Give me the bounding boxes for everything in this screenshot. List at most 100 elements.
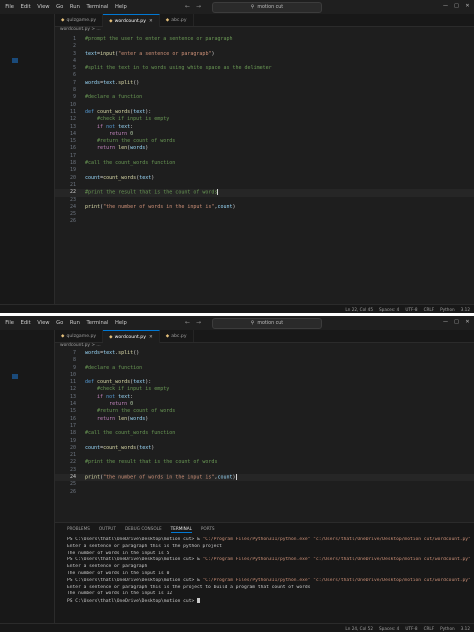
status-item[interactable]: Ln 24, Col 52 bbox=[345, 626, 373, 631]
code-line[interactable]: 26 bbox=[55, 218, 474, 225]
code-line[interactable]: 14 return 0 bbox=[55, 131, 474, 138]
forward-arrow-icon[interactable]: → bbox=[196, 3, 201, 11]
explorer-selected-item[interactable] bbox=[12, 58, 18, 63]
status-item[interactable]: UTF-8 bbox=[405, 626, 417, 631]
breadcrumb[interactable]: wordcount.py > ... bbox=[60, 27, 101, 32]
code-line[interactable]: 12 #check if input is empty bbox=[55, 386, 474, 393]
code-line[interactable]: 19 bbox=[55, 167, 474, 174]
tab-abc[interactable]: ◆ abc.py bbox=[160, 14, 194, 26]
minimize-icon[interactable]: — bbox=[442, 2, 449, 11]
status-item[interactable]: 3.12 bbox=[461, 626, 470, 631]
menu-edit[interactable]: Edit bbox=[17, 4, 34, 10]
code-line[interactable]: 18 #call the count_words function bbox=[55, 160, 474, 167]
panel-tab-ports[interactable]: PORTS bbox=[201, 526, 215, 533]
menu-go[interactable]: Go bbox=[53, 4, 67, 10]
status-item[interactable]: Python bbox=[440, 626, 455, 631]
code-line[interactable]: 24 print("the number of words in the inpu… bbox=[55, 474, 474, 482]
code-line[interactable]: 17 bbox=[55, 153, 474, 160]
tab-abc[interactable]: ◆ abc.py bbox=[160, 330, 194, 342]
menu-view[interactable]: View bbox=[34, 320, 53, 326]
status-item[interactable]: Spaces: 4 bbox=[379, 626, 399, 631]
panel-tab-debug-console[interactable]: DEBUG CONSOLE bbox=[125, 526, 162, 533]
code-line[interactable]: 7 words=text.split() bbox=[55, 350, 474, 357]
code-line[interactable]: 15 #return the count of words bbox=[55, 408, 474, 415]
code-line[interactable]: 13 if not text: bbox=[55, 124, 474, 131]
forward-arrow-icon[interactable]: → bbox=[196, 319, 201, 327]
code-line[interactable]: 1 #prompt the user to enter a sentence or… bbox=[55, 36, 474, 43]
code-line[interactable]: 11 def count_words(text): bbox=[55, 109, 474, 116]
breadcrumb[interactable]: wordcount.py > ... bbox=[60, 343, 101, 348]
menu-help[interactable]: Help bbox=[112, 4, 130, 10]
code-line[interactable]: 18 #call the count_words function bbox=[55, 430, 474, 437]
code-line[interactable]: 6 bbox=[55, 72, 474, 79]
code-line[interactable]: 16 return len(words) bbox=[55, 145, 474, 152]
command-center-search[interactable]: ⚲ motion cut bbox=[212, 2, 322, 13]
tab-qulzgame[interactable]: ◆ qulzgame.py bbox=[55, 330, 104, 342]
code-line[interactable]: 21 bbox=[55, 182, 474, 189]
menu-terminal[interactable]: Terminal bbox=[83, 320, 112, 326]
status-item[interactable]: 3.12 bbox=[461, 307, 470, 312]
code-editor[interactable]: 7 words=text.split() 8 9 #declare a function… bbox=[55, 350, 474, 496]
menu-run[interactable]: Run bbox=[67, 320, 84, 326]
menu-file[interactable]: File bbox=[2, 320, 17, 326]
terminal-output[interactable]: PS C:\Users\thatl\OneDrive\Desktop\motio… bbox=[67, 537, 470, 605]
menu-file[interactable]: File bbox=[2, 4, 17, 10]
status-item[interactable]: UTF-8 bbox=[405, 307, 417, 312]
maximize-icon[interactable]: □ bbox=[453, 2, 460, 11]
code-line[interactable]: 10 bbox=[55, 372, 474, 379]
code-line[interactable]: 10 bbox=[55, 102, 474, 109]
tab-wordcount[interactable]: ◆ wordcount.py ✕ bbox=[103, 330, 160, 343]
code-line[interactable]: 2 bbox=[55, 43, 474, 50]
tab-close-icon[interactable]: ✕ bbox=[149, 19, 153, 24]
menu-run[interactable]: Run bbox=[67, 4, 84, 10]
close-icon[interactable]: ✕ bbox=[464, 318, 471, 327]
code-line[interactable]: 24 print("the number of words in the inpu… bbox=[55, 204, 474, 211]
code-line[interactable]: 9 #declare a function bbox=[55, 94, 474, 101]
command-center-search[interactable]: ⚲ motion cut bbox=[212, 318, 322, 329]
minimize-icon[interactable]: — bbox=[442, 318, 449, 327]
code-line[interactable]: 8 bbox=[55, 87, 474, 94]
close-icon[interactable]: ✕ bbox=[464, 2, 471, 11]
code-line[interactable]: 22 #print the result that is the count of… bbox=[55, 189, 474, 197]
panel-tab-problems[interactable]: PROBLEMS bbox=[67, 526, 90, 533]
panel-tab-terminal[interactable]: TERMINAL bbox=[170, 526, 192, 533]
code-line[interactable]: 16 return len(words) bbox=[55, 416, 474, 423]
maximize-icon[interactable]: □ bbox=[453, 318, 460, 327]
code-line[interactable]: 9 #declare a function bbox=[55, 365, 474, 372]
menu-help[interactable]: Help bbox=[112, 320, 130, 326]
code-line[interactable]: 25 bbox=[55, 481, 474, 488]
menu-edit[interactable]: Edit bbox=[17, 320, 34, 326]
code-line[interactable]: 8 bbox=[55, 357, 474, 364]
back-arrow-icon[interactable]: ← bbox=[185, 319, 190, 327]
code-line[interactable]: 14 return 0 bbox=[55, 401, 474, 408]
menu-terminal[interactable]: Terminal bbox=[83, 4, 112, 10]
explorer-selected-item[interactable] bbox=[12, 374, 18, 379]
code-line[interactable]: 5 #split the text in to words using white… bbox=[55, 65, 474, 72]
code-line[interactable]: 23 bbox=[55, 197, 474, 204]
tab-qulzgame[interactable]: ◆ qulzgame.py bbox=[55, 14, 104, 26]
status-item[interactable]: CRLF bbox=[424, 626, 435, 631]
code-line[interactable]: 25 bbox=[55, 211, 474, 218]
code-line[interactable]: 20 count=count_words(text) bbox=[55, 175, 474, 182]
code-line[interactable]: 26 bbox=[55, 489, 474, 496]
code-editor[interactable]: 1 #prompt the user to enter a sentence or… bbox=[55, 36, 474, 226]
code-line[interactable]: 19 bbox=[55, 438, 474, 445]
code-line[interactable]: 15 #return the count of words bbox=[55, 138, 474, 145]
status-item[interactable]: Python bbox=[440, 307, 455, 312]
back-arrow-icon[interactable]: ← bbox=[185, 3, 190, 11]
status-item[interactable]: CRLF bbox=[424, 307, 435, 312]
code-line[interactable]: 21 bbox=[55, 452, 474, 459]
code-line[interactable]: 22 #print the result that is the count of… bbox=[55, 459, 474, 466]
code-line[interactable]: 11 def count_words(text): bbox=[55, 379, 474, 386]
code-line[interactable]: 4 bbox=[55, 58, 474, 65]
code-line[interactable]: 3 text=input("enter a sentence or paragra… bbox=[55, 51, 474, 58]
code-line[interactable]: 20 count=count_words(text) bbox=[55, 445, 474, 452]
status-item[interactable]: Spaces: 4 bbox=[379, 307, 399, 312]
status-item[interactable]: Ln 22, Col 45 bbox=[345, 307, 373, 312]
menu-view[interactable]: View bbox=[34, 4, 53, 10]
code-line[interactable]: 7 words=text.split() bbox=[55, 80, 474, 87]
code-line[interactable]: 23 bbox=[55, 467, 474, 474]
code-line[interactable]: 12 #check if input is empty bbox=[55, 116, 474, 123]
tab-close-icon[interactable]: ✕ bbox=[149, 335, 153, 340]
panel-tab-output[interactable]: OUTPUT bbox=[99, 526, 116, 533]
